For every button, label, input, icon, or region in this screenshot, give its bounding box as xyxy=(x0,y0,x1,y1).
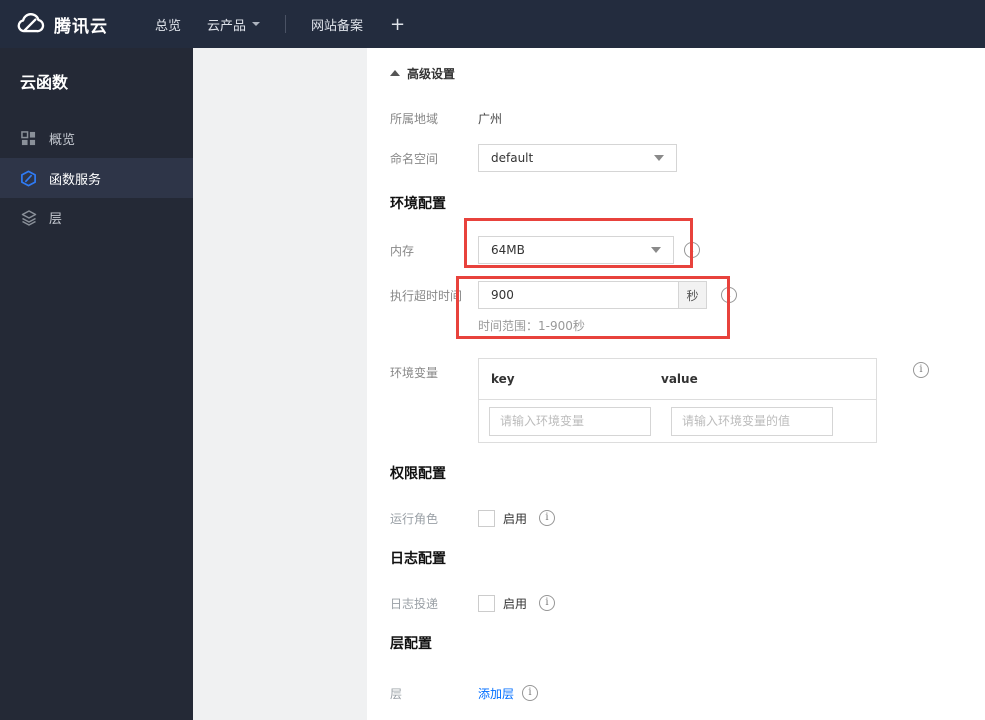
namespace-select[interactable]: default xyxy=(478,144,677,172)
log-delivery-label: 日志投递 xyxy=(390,596,439,611)
function-hexagon-icon xyxy=(20,170,37,187)
cloud-logo-icon xyxy=(16,13,46,35)
nav-divider xyxy=(285,15,287,33)
grid-icon xyxy=(20,130,37,147)
env-vars-table-row xyxy=(479,400,876,442)
advanced-settings-toggle[interactable]: 高级设置 xyxy=(390,62,985,84)
section-layer-config: 层配置 xyxy=(390,636,432,652)
tencent-cloud-logo[interactable]: 腾讯云 xyxy=(16,12,108,37)
timeout-unit[interactable]: 秒 xyxy=(678,282,706,308)
sidebar-title: 云函数 xyxy=(20,73,69,92)
timeout-input[interactable] xyxy=(479,282,678,308)
namespace-selected-value: default xyxy=(491,151,534,165)
run-role-enable-checkbox[interactable] xyxy=(478,509,495,527)
chevron-down-icon xyxy=(252,22,261,26)
env-vars-table-header: key value xyxy=(479,359,876,400)
top-navigation: 总览 云产品 网站备案 + xyxy=(142,0,419,48)
timeout-range-hint: 时间范围：1-900秒 xyxy=(478,319,585,333)
namespace-label: 命名空间 xyxy=(390,151,439,166)
env-vars-label: 环境变量 xyxy=(390,366,439,380)
sidebar-item-label: 层 xyxy=(49,212,63,227)
section-log-config: 日志配置 xyxy=(390,551,446,567)
section-environment-config: 环境配置 xyxy=(390,196,446,212)
env-value-column-header: value xyxy=(661,372,698,386)
sidebar-item-label: 函数服务 xyxy=(49,172,102,188)
log-delivery-enable-label: 启用 xyxy=(503,596,528,611)
env-vars-table: key value xyxy=(478,358,877,443)
nav-overview[interactable]: 总览 xyxy=(142,0,194,48)
sidebar-item-layers[interactable]: 层 xyxy=(0,198,193,237)
timeout-info-icon[interactable]: i xyxy=(721,287,737,303)
layer-label: 层 xyxy=(390,686,403,701)
function-config-form: 高级设置 所属地域 广州 命名空间 default 环境配置 内存 64MB i… xyxy=(367,48,985,720)
log-delivery-info-icon[interactable]: i xyxy=(539,595,556,611)
memory-select[interactable]: 64MB xyxy=(478,236,674,264)
dropdown-arrow-icon xyxy=(654,155,664,161)
memory-info-icon[interactable]: i xyxy=(684,242,700,258)
add-layer-info-icon[interactable]: i xyxy=(522,685,539,701)
nav-icp-filing[interactable]: 网站备案 xyxy=(298,0,376,48)
add-layer-link[interactable]: 添加层 xyxy=(478,685,514,702)
run-role-enable-label: 启用 xyxy=(503,511,528,526)
region-value: 广州 xyxy=(478,111,503,126)
timeout-input-group: 秒 xyxy=(478,281,707,309)
timeout-label: 执行超时时间 xyxy=(390,288,463,303)
secondary-panel xyxy=(193,48,367,720)
topbar: 腾讯云 总览 云产品 网站备案 + xyxy=(0,0,985,48)
brand-name: 腾讯云 xyxy=(54,16,108,37)
nav-cloud-products[interactable]: 云产品 xyxy=(194,0,273,48)
env-key-column-header: key xyxy=(491,372,515,386)
run-role-label: 运行角色 xyxy=(390,511,439,526)
env-key-input[interactable] xyxy=(489,406,651,436)
env-value-input[interactable] xyxy=(671,406,833,436)
sidebar-item-label: 概览 xyxy=(49,133,76,148)
env-vars-info-icon[interactable]: i xyxy=(913,362,929,378)
section-permission-config: 权限配置 xyxy=(390,466,446,482)
region-label: 所属地域 xyxy=(390,111,439,126)
memory-selected-value: 64MB xyxy=(491,243,525,257)
memory-label: 内存 xyxy=(390,243,415,258)
dropdown-arrow-icon xyxy=(651,247,661,253)
sidebar: 云函数 概览 函数服务 层 xyxy=(0,48,193,720)
run-role-info-icon[interactable]: i xyxy=(539,510,556,526)
nav-add-button[interactable]: + xyxy=(376,14,419,35)
sidebar-item-function-service[interactable]: 函数服务 xyxy=(0,158,193,198)
collapse-arrow-icon xyxy=(390,70,400,76)
advanced-settings-label: 高级设置 xyxy=(407,66,456,81)
log-delivery-enable-checkbox[interactable] xyxy=(478,594,495,612)
sidebar-item-overview[interactable]: 概览 xyxy=(0,119,193,158)
layers-icon xyxy=(20,209,37,226)
